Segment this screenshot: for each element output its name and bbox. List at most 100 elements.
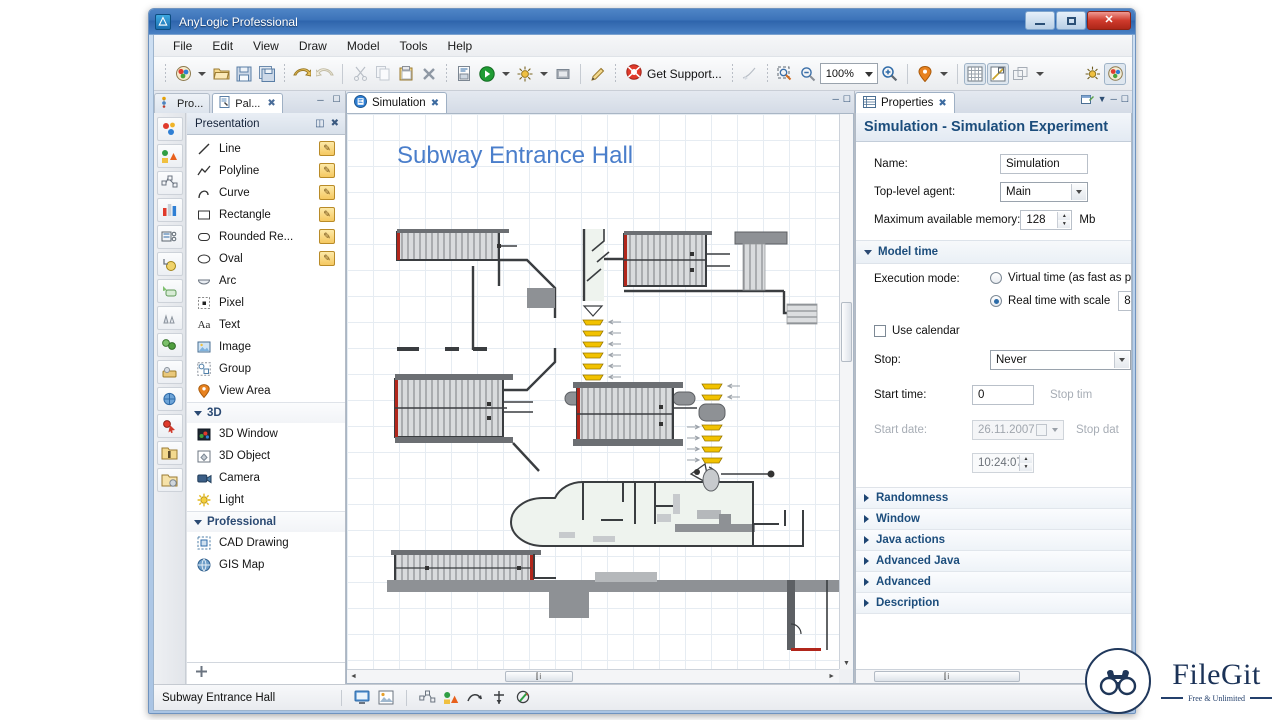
save-icon[interactable] [233, 63, 255, 85]
radio-real-time[interactable]: Real time with scale 8 [990, 291, 1131, 311]
statistics-icon[interactable] [156, 198, 183, 222]
palette-item-arc[interactable]: Arc [187, 270, 345, 292]
undo-icon[interactable] [291, 63, 313, 85]
menu-tools[interactable]: Tools [391, 37, 437, 55]
palette-item-pixel[interactable]: Pixel [187, 292, 345, 314]
build-icon[interactable] [453, 63, 475, 85]
extra-folder-icon[interactable] [156, 468, 183, 492]
scroll-right-arrow-icon[interactable]: ► [828, 673, 835, 680]
model-image-icon[interactable] [377, 689, 395, 707]
palette-item-oval[interactable]: Oval ✎ [187, 248, 345, 270]
rail-library-icon[interactable] [156, 333, 183, 357]
subway-floorplan-drawing[interactable] [387, 224, 839, 654]
section-randomness[interactable]: Randomness [856, 488, 1131, 509]
get-support-button[interactable]: Get Support... [622, 64, 726, 83]
palette-item-3d-object[interactable]: 3D Object [187, 445, 345, 467]
palette-item-gis-map[interactable]: GIS Map [187, 554, 345, 576]
close-icon[interactable]: ✖ [331, 118, 339, 129]
pointer-tool-icon[interactable] [514, 689, 532, 707]
use-calendar-checkbox[interactable] [874, 325, 886, 337]
section-java-actions[interactable]: Java actions [856, 530, 1131, 551]
spinner-arrows[interactable]: ▲ ▼ [1019, 455, 1032, 471]
palette-item-image[interactable]: Image [187, 336, 345, 358]
start-date-input[interactable]: 26.11.2007 [972, 420, 1064, 440]
terminate-icon[interactable] [552, 63, 574, 85]
controls-icon[interactable] [156, 252, 183, 276]
section-advanced-java[interactable]: Advanced Java [856, 551, 1131, 572]
layers-icon[interactable] [1010, 63, 1032, 85]
fluid-library-icon[interactable] [156, 360, 183, 384]
canvas-horizontal-scrollbar[interactable]: ◄ ⫿i ► [347, 669, 839, 683]
menu-draw[interactable]: Draw [290, 37, 336, 55]
name-input[interactable]: Simulation [1000, 154, 1088, 174]
palette-item-curve[interactable]: Curve ✎ [187, 182, 345, 204]
menu-help[interactable]: Help [439, 37, 482, 55]
scroll-down-arrow-icon[interactable]: ▼ [843, 660, 850, 667]
menu-edit[interactable]: Edit [203, 37, 242, 55]
tab-palette[interactable]: Pal... ✖ [212, 93, 283, 113]
presentation-view-icon[interactable] [353, 689, 371, 707]
start-clock-spinner[interactable]: 10:24:07 ▲ ▼ [972, 453, 1034, 473]
palette-item-rectangle[interactable]: Rectangle ✎ [187, 204, 345, 226]
agent-icon[interactable] [156, 117, 183, 141]
spinner-arrows[interactable]: ▲ ▼ [1057, 212, 1071, 228]
pedestrian-icon[interactable] [156, 306, 183, 330]
palette-item-rounded-rectangle[interactable]: Rounded Re... ✎ [187, 226, 345, 248]
editor-maximize-icon[interactable]: ☐ [843, 94, 851, 105]
maximize-button[interactable] [1056, 11, 1086, 30]
palette-item-polyline[interactable]: Polyline ✎ [187, 160, 345, 182]
zoom-out-icon[interactable] [797, 63, 819, 85]
flowchart-icon[interactable] [418, 689, 436, 707]
canvas-vertical-scrollbar[interactable]: ▼ [839, 114, 853, 669]
properties-hscroll-thumb[interactable]: ⫿i [874, 671, 1020, 682]
environment-icon[interactable] [442, 689, 460, 707]
section-description[interactable]: Description [856, 593, 1131, 614]
run-icon[interactable] [476, 63, 498, 85]
properties-maximize-icon[interactable]: ☐ [1121, 94, 1129, 108]
close-button[interactable]: ✕ [1087, 11, 1131, 30]
tab-projects[interactable]: Pro... [154, 93, 211, 113]
edit-pen-icon[interactable]: ✎ [319, 141, 335, 156]
new-model-icon[interactable] [172, 63, 194, 85]
curve-tool-icon[interactable] [466, 689, 484, 707]
palette-item-camera[interactable]: Camera [187, 467, 345, 489]
copy-icon[interactable] [372, 63, 394, 85]
tab-simulation[interactable]: Simulation ✖ [346, 92, 448, 113]
project-folder-icon[interactable] [156, 441, 183, 465]
paste-icon[interactable] [395, 63, 417, 85]
tab-simulation-close-icon[interactable]: ✖ [431, 98, 439, 109]
menu-file[interactable]: File [164, 37, 201, 55]
palette-item-cad-drawing[interactable]: CAD Drawing [187, 532, 345, 554]
editor-canvas[interactable]: Subway Entrance Hall [347, 114, 839, 669]
zoom-level-combo[interactable]: 100% [819, 63, 878, 84]
modeling-perspective-icon[interactable] [1104, 62, 1126, 85]
save-all-icon[interactable] [256, 63, 278, 85]
analysis-icon[interactable] [156, 225, 183, 249]
menu-view[interactable]: View [244, 37, 288, 55]
road-traffic-icon[interactable] [156, 414, 183, 438]
new-model-dropdown-caret[interactable] [198, 71, 206, 76]
canvas-title-label[interactable]: Subway Entrance Hall [397, 142, 633, 170]
process-modeling-icon[interactable] [156, 171, 183, 195]
snap-icon[interactable] [986, 62, 1009, 85]
zoom-region-icon[interactable] [774, 63, 796, 85]
debug-dropdown-caret[interactable] [540, 71, 548, 76]
connectivity-icon[interactable] [156, 279, 183, 303]
section-model-time[interactable]: Model time [856, 240, 1131, 264]
palette-item-line[interactable]: Line ✎ [187, 138, 345, 160]
edit-pen-icon[interactable]: ✎ [319, 185, 335, 200]
marker-dropdown-caret[interactable] [939, 71, 948, 76]
scroll-left-arrow-icon[interactable]: ◄ [350, 673, 357, 680]
radio-virtual-time[interactable]: Virtual time (as fast as po [990, 272, 1131, 284]
editor-minimize-icon[interactable]: ─ [833, 94, 839, 105]
edit-pen-icon[interactable]: ✎ [319, 207, 335, 222]
add-palette-icon[interactable] [195, 665, 208, 683]
axis-tool-icon[interactable] [490, 689, 508, 707]
pencil-icon[interactable] [587, 63, 609, 85]
start-time-input[interactable]: 0 [972, 385, 1034, 405]
edit-pen-icon[interactable]: ✎ [319, 229, 335, 244]
top-level-agent-combo[interactable]: Main [1000, 182, 1088, 202]
material-handling-icon[interactable] [156, 387, 183, 411]
minimize-button[interactable] [1025, 11, 1055, 30]
redo-icon[interactable] [314, 63, 336, 85]
